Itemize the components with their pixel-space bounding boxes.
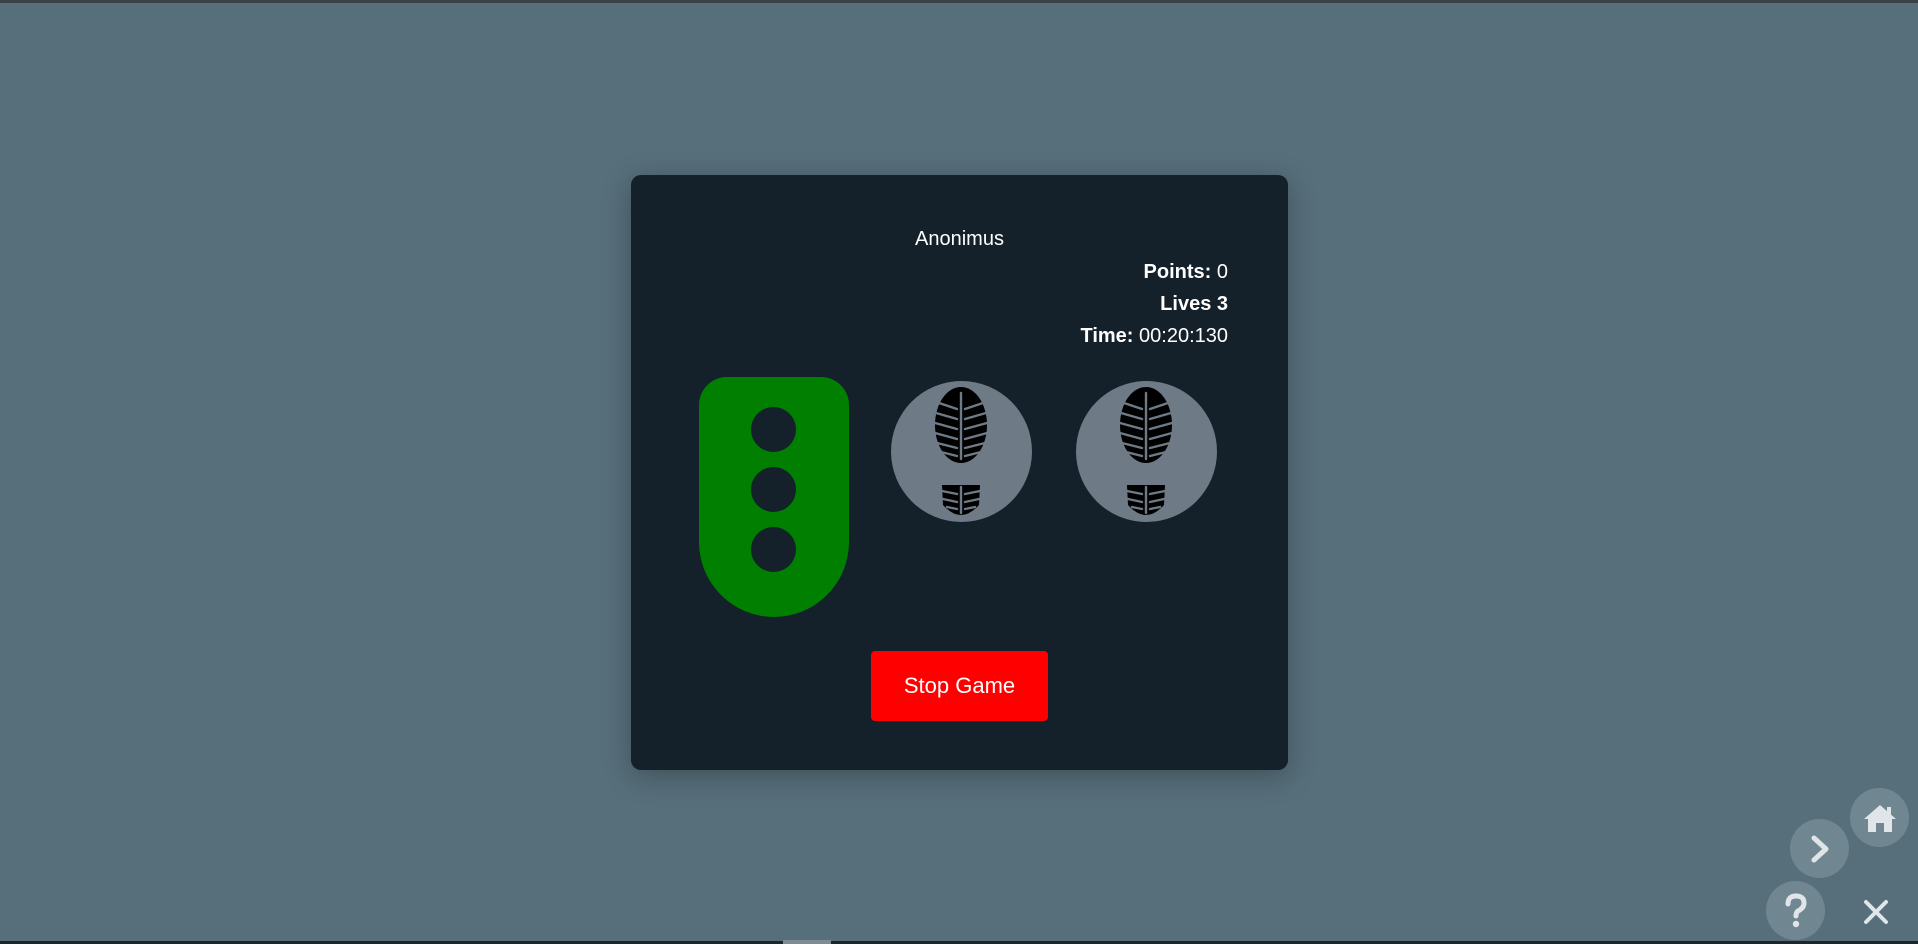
traffic-light-lamp-top (751, 407, 796, 452)
step-button-left[interactable] (891, 381, 1032, 522)
time-value: 00:20:130 (1139, 325, 1228, 347)
player-name: Anonimus (915, 228, 1004, 250)
home-button[interactable] (1850, 788, 1909, 847)
footprint-icon (1118, 387, 1174, 515)
stop-game-button[interactable]: Stop Game (871, 651, 1048, 721)
points-stat: Points: 0 (1144, 261, 1228, 284)
time-stat: Time: 00:20:130 (1080, 325, 1228, 348)
traffic-light (699, 377, 849, 617)
traffic-light-lamp-middle (751, 467, 796, 512)
question-icon (1785, 892, 1807, 927)
game-panel: Anonimus Points: 0 Lives 3 Time: 00:20:1… (631, 175, 1288, 770)
step-button-right[interactable] (1076, 381, 1217, 522)
top-border (0, 0, 1918, 3)
home-icon (1863, 804, 1896, 832)
points-label: Points: (1143, 261, 1212, 283)
help-button[interactable] (1766, 881, 1825, 940)
next-button[interactable] (1790, 819, 1849, 878)
footprint-icon (933, 387, 989, 515)
lives-stat: Lives 3 (1160, 293, 1228, 316)
bottom-tab-indicator (783, 940, 831, 944)
chevron-right-icon (1811, 835, 1828, 862)
close-button[interactable] (1858, 894, 1894, 930)
traffic-light-lamp-bottom (751, 527, 796, 572)
time-label: Time: (1080, 325, 1134, 347)
points-value: 0 (1216, 261, 1228, 283)
lives-label: Lives 3 (1160, 293, 1228, 315)
close-icon (1864, 900, 1888, 924)
